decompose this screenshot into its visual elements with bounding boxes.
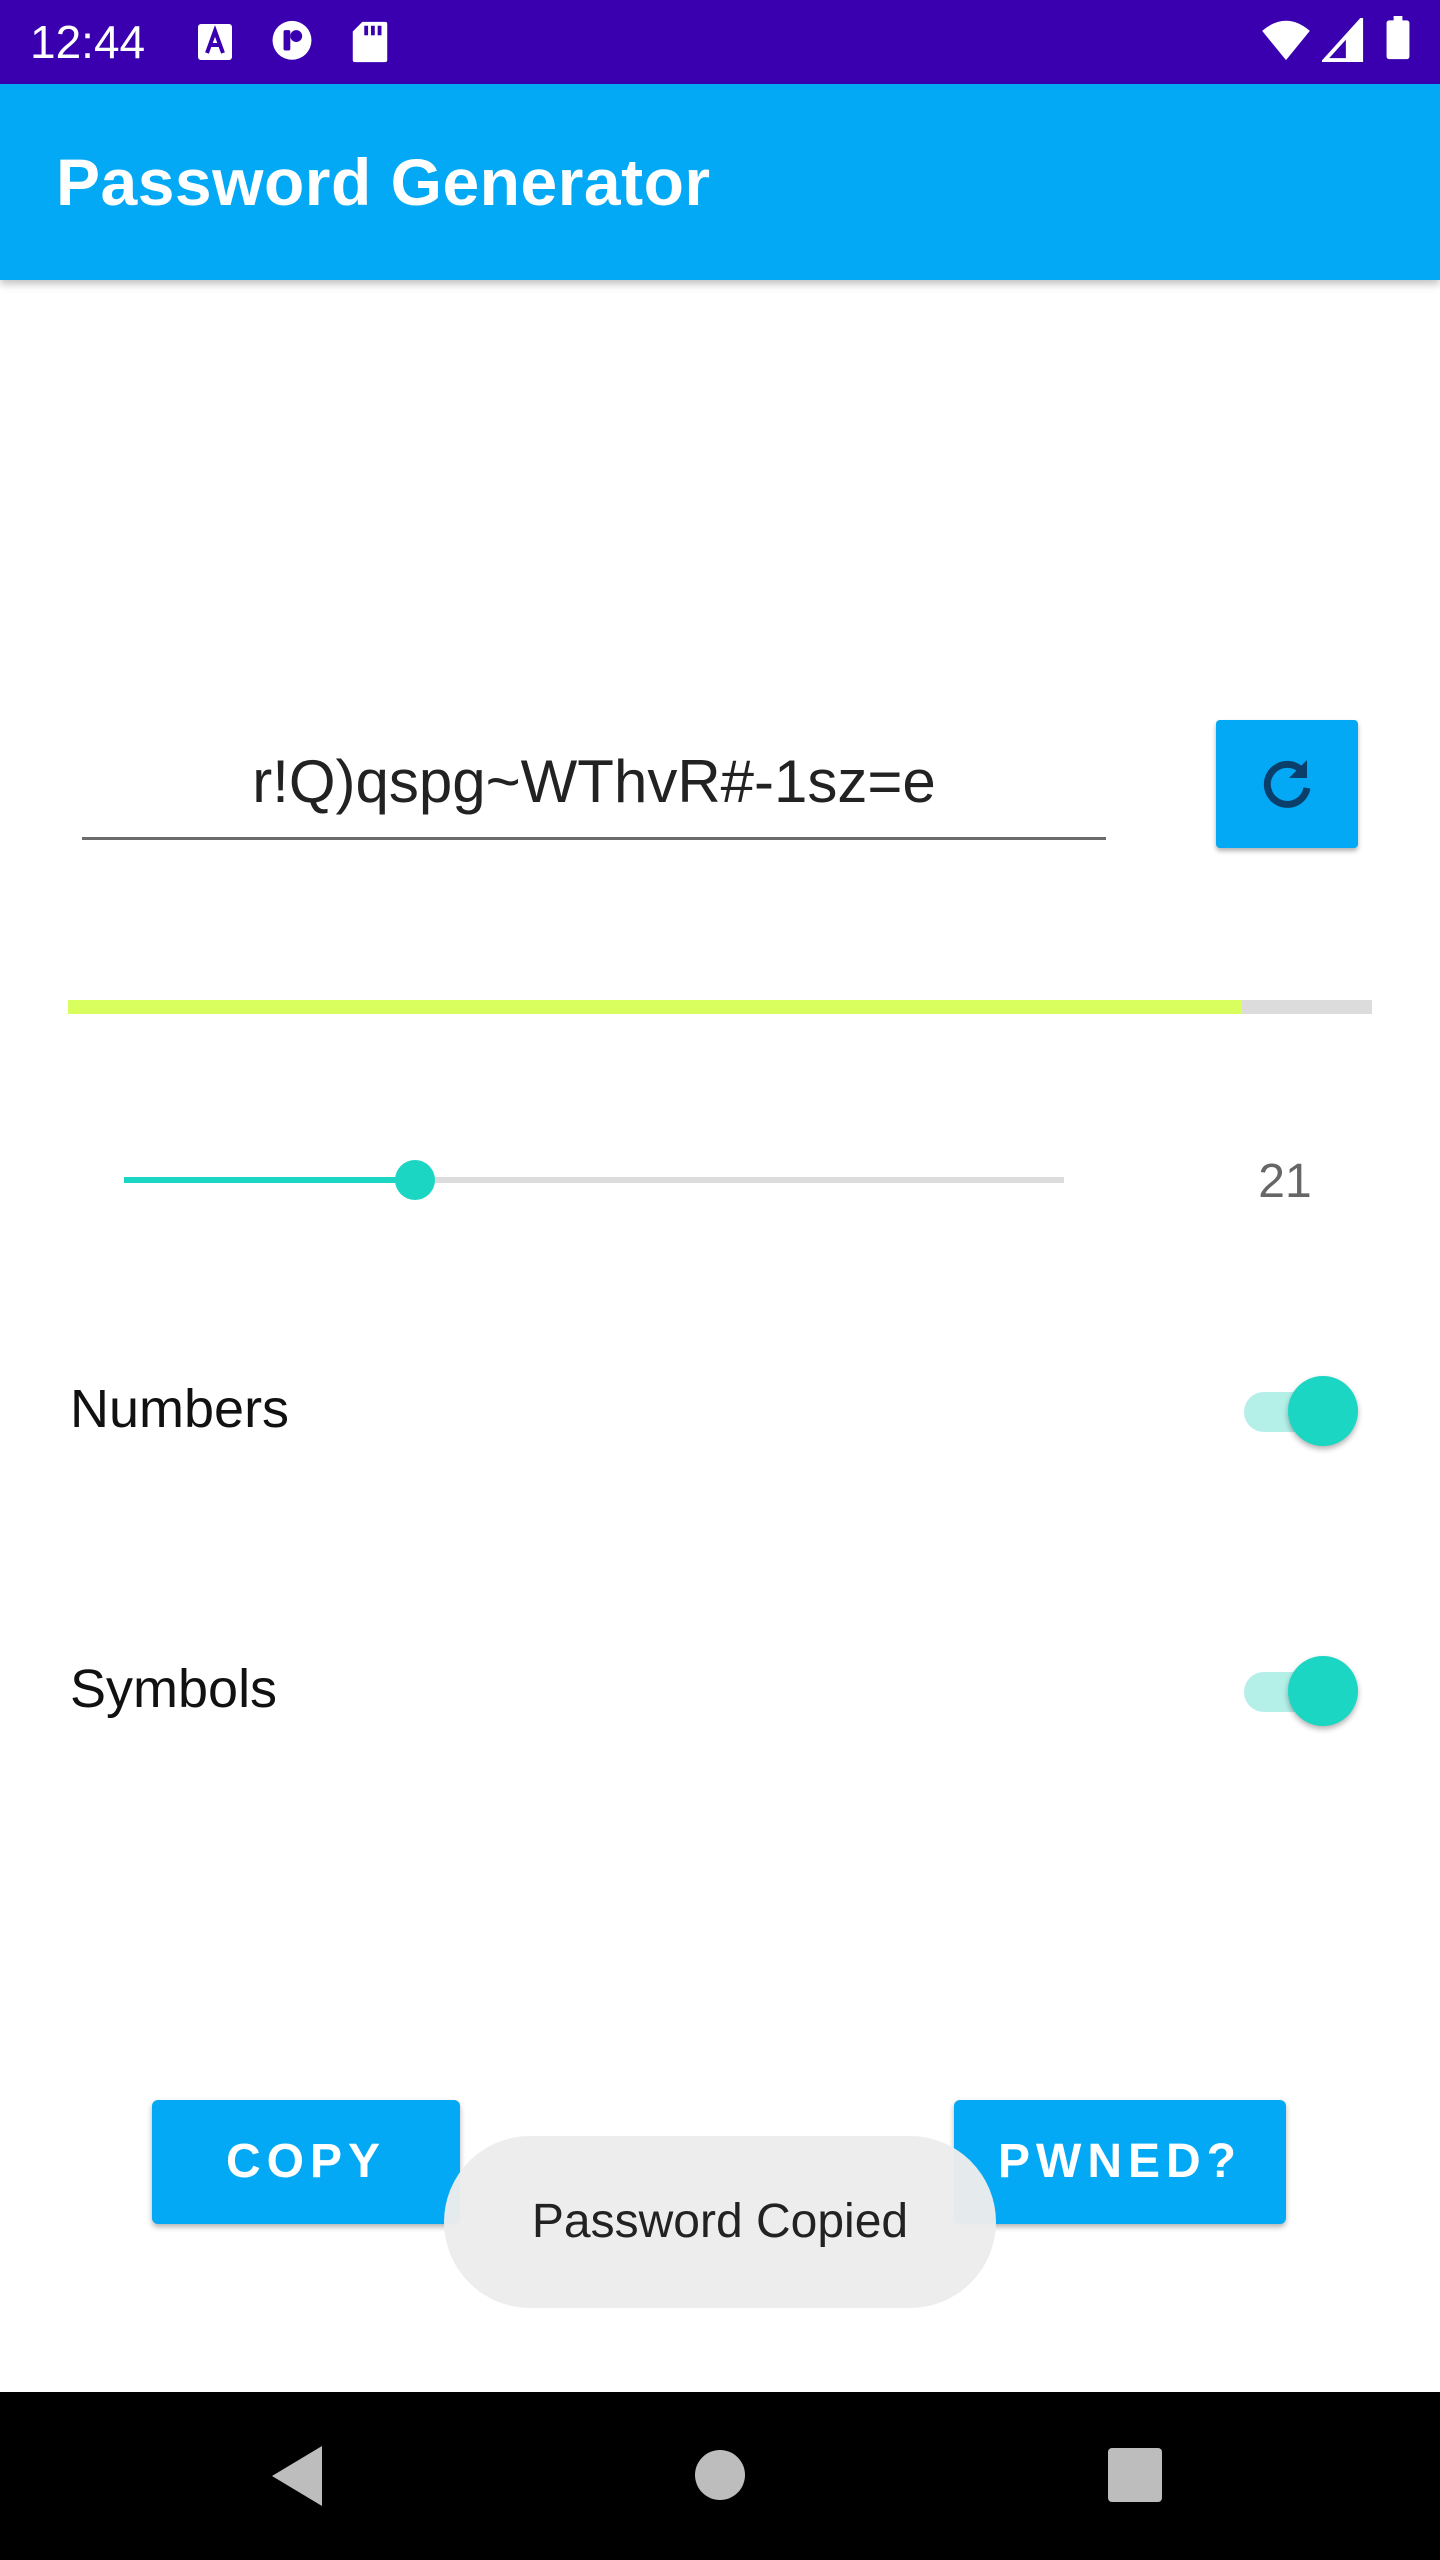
navigation-bar <box>0 2392 1440 2560</box>
numbers-label: Numbers <box>70 1379 290 1439</box>
slider-thumb[interactable] <box>395 1160 435 1200</box>
app-title: Password Generator <box>56 145 711 219</box>
pwned-button[interactable]: PWNED? <box>954 2100 1286 2224</box>
refresh-icon <box>1263 760 1311 808</box>
numbers-switch[interactable] <box>1240 1370 1360 1446</box>
record-icon <box>272 20 312 60</box>
length-slider[interactable] <box>124 1160 1064 1200</box>
symbols-switch-thumb <box>1288 1656 1358 1726</box>
back-icon[interactable] <box>272 2446 322 2506</box>
password-value: r!Q)qspg~WThvR#-1sz=e <box>252 748 936 815</box>
sd-card-icon <box>352 21 388 63</box>
app-bar: Password Generator <box>0 84 1440 280</box>
toast-message: Password Copied <box>444 2136 996 2308</box>
length-value: 21 <box>1258 1155 1312 1208</box>
password-field[interactable]: r!Q)qspg~WThvR#-1sz=e <box>82 736 1106 840</box>
slider-active-track <box>124 1177 415 1183</box>
numbers-switch-thumb <box>1288 1376 1358 1446</box>
password-strength-bar <box>68 1000 1372 1014</box>
home-icon[interactable] <box>695 2450 745 2500</box>
copy-button[interactable]: COPY <box>152 2100 460 2224</box>
status-bar: 12:44 <box>0 0 1440 84</box>
wifi-icon <box>1262 20 1310 61</box>
symbols-switch[interactable] <box>1240 1650 1360 1726</box>
status-time: 12:44 <box>30 16 146 68</box>
a-notification-icon <box>198 24 232 60</box>
regenerate-button[interactable] <box>1216 720 1358 848</box>
cellular-signal-icon <box>1322 18 1364 62</box>
password-strength-fill <box>68 1000 1242 1014</box>
recents-icon[interactable] <box>1108 2448 1162 2502</box>
symbols-label: Symbols <box>70 1659 278 1719</box>
battery-icon <box>1386 16 1410 60</box>
